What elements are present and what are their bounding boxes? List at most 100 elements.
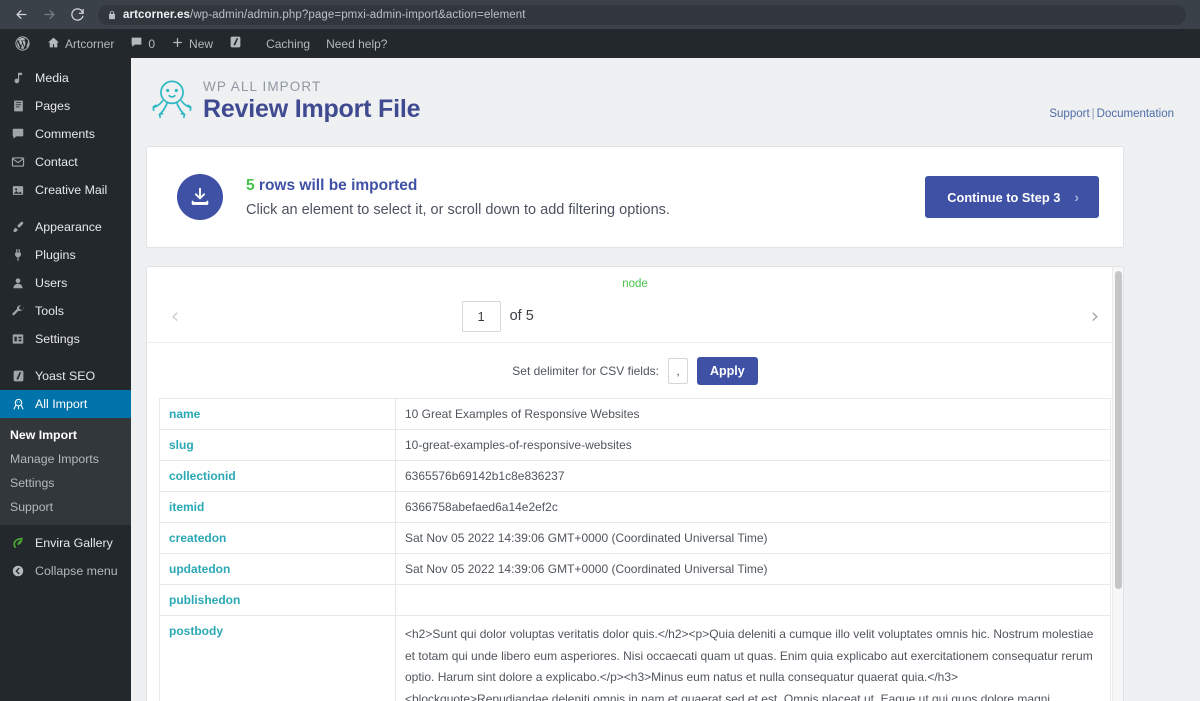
sidebar-item-label: Creative Mail (35, 183, 108, 197)
paintbrush-icon (8, 220, 28, 234)
elements-table-wrap: name 10 Great Examples of Responsive Web… (147, 398, 1123, 701)
documentation-link[interactable]: Documentation (1097, 108, 1174, 120)
table-row[interactable]: createdon Sat Nov 05 2022 14:39:06 GMT+0… (159, 522, 1111, 554)
sidebar-item-label: Appearance (35, 220, 102, 234)
envelope-icon (8, 155, 28, 169)
yoast-seo-icon (8, 369, 28, 383)
panel-scrollbar[interactable] (1112, 267, 1123, 701)
sidebar-item-comments[interactable]: Comments (0, 120, 131, 148)
sidebar-item-collapse-menu[interactable]: Collapse menu (0, 557, 131, 585)
pages-icon (8, 99, 28, 113)
element-preview-card: node ‹ of 5 › Set delimiter for CSV fiel… (146, 266, 1124, 701)
sidebar-item-contact[interactable]: Contact (0, 148, 131, 176)
sidebar-item-label: Media (35, 71, 69, 85)
sidebar-item-users[interactable]: Users (0, 269, 131, 297)
delimiter-label: Set delimiter for CSV fields: (512, 363, 659, 378)
import-summary-text: 5 rows will be imported Click an element… (246, 177, 670, 218)
node-label: node (622, 278, 648, 290)
table-row[interactable]: name 10 Great Examples of Responsive Web… (159, 398, 1111, 430)
submenu-item-settings[interactable]: Settings (0, 471, 131, 495)
wpai-page-header: WP ALL IMPORT Review Import File Support… (131, 58, 1200, 128)
table-row[interactable]: collectionid 6365576b69142b1c8e836237 (159, 460, 1111, 492)
leaf-icon (8, 536, 28, 550)
admin-stage: Media Pages Comments Contact Creative Ma (0, 58, 1200, 701)
yoast-seo-menu[interactable] (221, 29, 250, 58)
field-key[interactable]: name (159, 398, 396, 430)
table-row[interactable]: updatedon Sat Nov 05 2022 14:39:06 GMT+0… (159, 553, 1111, 585)
wrench-icon (8, 304, 28, 318)
new-content-menu[interactable]: New (163, 29, 221, 58)
sidebar-item-plugins[interactable]: Plugins (0, 241, 131, 269)
field-key[interactable]: itemid (159, 491, 396, 523)
sidebar-item-appearance[interactable]: Appearance (0, 213, 131, 241)
comment-bubble-icon (130, 36, 143, 52)
plus-icon (171, 36, 184, 52)
wp-all-import-octopus-logo (149, 76, 195, 128)
field-key[interactable]: postbody (159, 615, 396, 701)
comments-icon (8, 127, 28, 141)
sidebar-item-yoast-seo[interactable]: Yoast SEO (0, 362, 131, 390)
site-name-menu[interactable]: Artcorner (39, 29, 122, 58)
comments-menu[interactable]: 0 (122, 29, 163, 58)
settings-sliders-icon (8, 332, 28, 346)
back-arrow-icon[interactable] (8, 3, 34, 27)
reload-icon[interactable] (64, 3, 90, 27)
caching-label: Caching (266, 36, 311, 51)
element-pager: ‹ of 5 › (147, 290, 1123, 343)
wordpress-logo-icon[interactable] (6, 29, 39, 58)
field-value: Sat Nov 05 2022 14:39:06 GMT+0000 (Coord… (395, 553, 1111, 585)
chevron-left-icon[interactable]: ‹ (163, 304, 187, 328)
sidebar-item-label: Plugins (35, 248, 76, 262)
rows-count: 5 (246, 176, 255, 194)
comments-count: 0 (148, 36, 156, 51)
delimiter-input[interactable] (667, 357, 688, 384)
field-value: 6365576b69142b1c8e836237 (395, 460, 1111, 492)
submenu-item-new-import[interactable]: New Import (0, 423, 131, 447)
sidebar-item-all-import[interactable]: All Import (0, 390, 131, 418)
csv-delimiter-row: Set delimiter for CSV fields: Apply (147, 343, 1123, 398)
sidebar-item-settings[interactable]: Settings (0, 325, 131, 353)
sidebar-item-pages[interactable]: Pages (0, 92, 131, 120)
table-row[interactable]: publishedon (159, 584, 1111, 616)
submenu-item-support[interactable]: Support (0, 495, 131, 519)
apply-button[interactable]: Apply (696, 356, 758, 385)
cta-label: Continue to Step 3 (947, 189, 1061, 205)
browser-toolbar: artcorner.es/wp-admin/admin.php?page=pmx… (0, 0, 1200, 29)
sidebar-item-label: Collapse menu (35, 564, 118, 578)
field-key[interactable]: updatedon (159, 553, 396, 585)
chevron-right-icon: › (1074, 189, 1079, 205)
address-bar[interactable]: artcorner.es/wp-admin/admin.php?page=pmx… (98, 4, 1186, 25)
caching-menu[interactable]: Caching (258, 29, 318, 58)
need-help-menu[interactable]: Need help? (318, 29, 395, 58)
table-row[interactable]: itemid 6366758abefaed6a14e2ef2c (159, 491, 1111, 523)
need-help-label: Need help? (326, 36, 388, 51)
sidebar-item-envira-gallery[interactable]: Envira Gallery (0, 529, 131, 557)
field-value: 10 Great Examples of Responsive Websites (395, 398, 1111, 430)
field-key[interactable]: collectionid (159, 460, 396, 492)
sidebar-item-creative-mail[interactable]: Creative Mail (0, 176, 131, 204)
sidebar-item-media[interactable]: Media (0, 64, 131, 92)
main-content: WP ALL IMPORT Review Import File Support… (131, 58, 1200, 701)
continue-to-step-3-button[interactable]: Continue to Step 3 › (925, 176, 1099, 218)
scrollbar-thumb[interactable] (1115, 271, 1122, 589)
forward-arrow-icon[interactable] (36, 3, 62, 27)
field-key[interactable]: publishedon (159, 584, 396, 616)
chevron-right-icon[interactable]: › (1083, 304, 1107, 328)
page-total-label: of 5 (509, 308, 534, 324)
sidebar-item-label: All Import (35, 397, 88, 411)
field-value: Sat Nov 05 2022 14:39:06 GMT+0000 (Coord… (395, 522, 1111, 554)
table-row[interactable]: postbody <h2>Sunt qui dolor voluptas ver… (159, 615, 1111, 701)
media-icon (8, 71, 28, 85)
rows-headline-rest: rows will be imported (254, 176, 418, 194)
field-key[interactable]: createdon (159, 522, 396, 554)
site-name-label: Artcorner (65, 36, 115, 51)
support-link[interactable]: Support (1049, 108, 1089, 120)
pager-center: of 5 (461, 300, 534, 332)
header-titles: WP ALL IMPORT Review Import File (203, 74, 420, 124)
sidebar-item-label: Yoast SEO (35, 369, 96, 383)
submenu-item-manage-imports[interactable]: Manage Imports (0, 447, 131, 471)
field-key[interactable]: slug (159, 429, 396, 461)
sidebar-item-tools[interactable]: Tools (0, 297, 131, 325)
table-row[interactable]: slug 10-great-examples-of-responsive-web… (159, 429, 1111, 461)
page-number-input[interactable] (461, 300, 501, 332)
